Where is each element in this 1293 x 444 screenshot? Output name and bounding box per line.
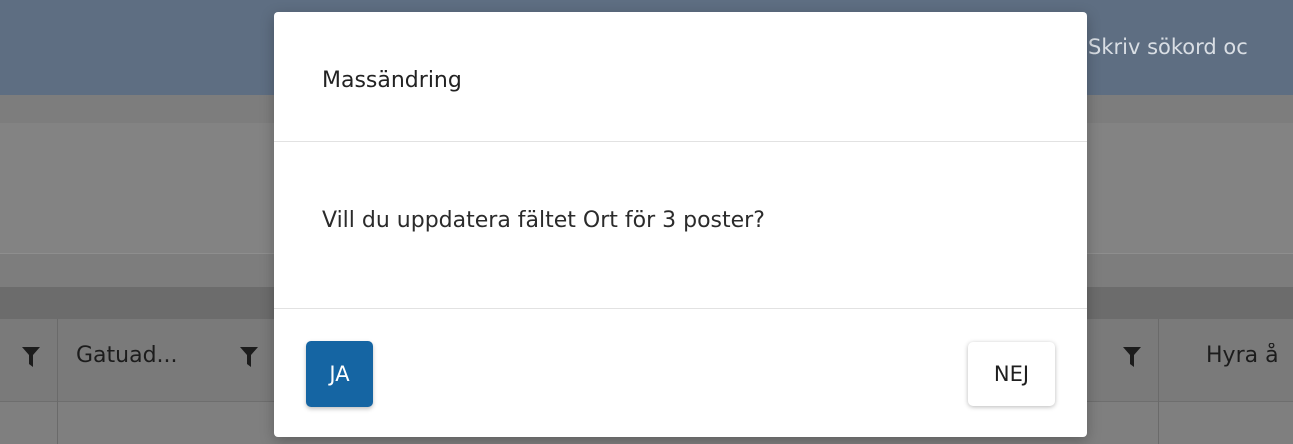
cancel-button[interactable]: NEJ — [968, 342, 1055, 406]
dialog-message: Vill du uppdatera fältet Ort för 3 poste… — [322, 208, 765, 233]
mass-edit-dialog: Massändring Vill du uppdatera fältet Ort… — [274, 12, 1087, 437]
filter-icon[interactable] — [1123, 347, 1141, 367]
column-header-hyra[interactable]: Hyra å — [1206, 343, 1293, 368]
filter-icon[interactable] — [22, 347, 40, 367]
dialog-divider — [274, 141, 1087, 142]
column-separator — [57, 319, 58, 444]
column-separator — [1158, 319, 1159, 444]
dialog-title: Massändring — [322, 68, 462, 93]
confirm-button[interactable]: JA — [306, 341, 373, 407]
search-field[interactable]: Skriv sökord oc — [1088, 10, 1293, 85]
filter-icon[interactable] — [240, 347, 258, 367]
dialog-divider — [274, 308, 1087, 309]
column-header-gatuadress[interactable]: Gatuad... — [76, 343, 178, 368]
